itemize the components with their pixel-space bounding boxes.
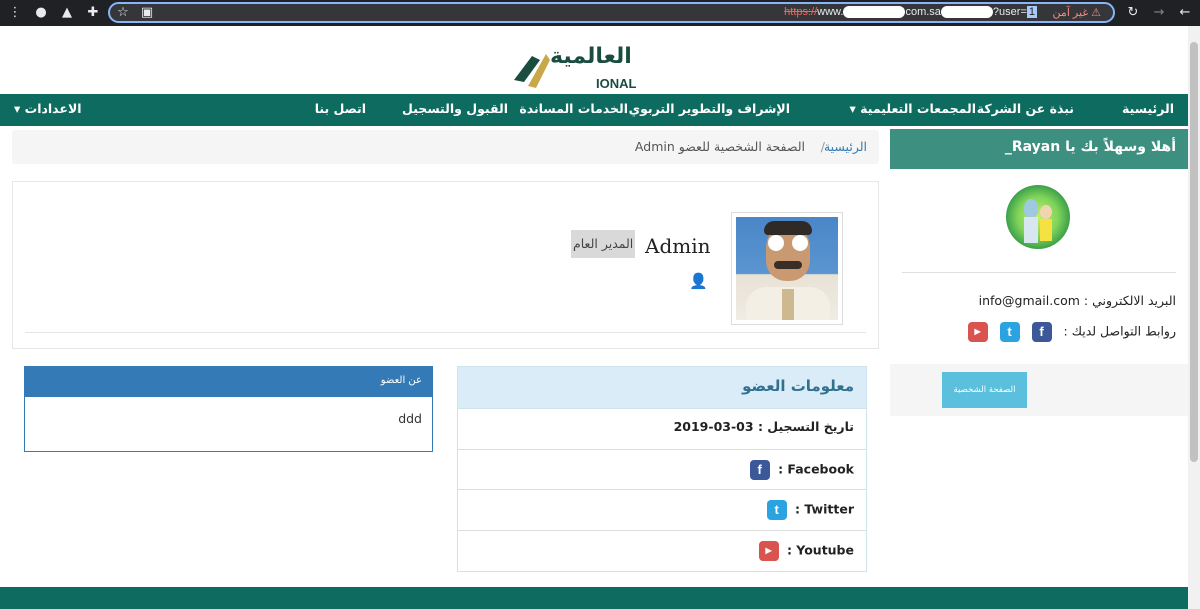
nav-item-services[interactable]: الخدمات المساندة [519, 101, 628, 116]
url-host-mid: com.sa [905, 6, 941, 18]
breadcrumb-separator: / [820, 139, 825, 154]
main-nav: الرئيسية نبذة عن الشركة المجمعات التعليم… [0, 94, 1188, 126]
url-text[interactable]: https://www. com.sa ?user= 1 [784, 6, 1037, 19]
url-query: ?user= [992, 6, 1027, 18]
url-host-start: www. [817, 6, 844, 18]
logo-english-text: IONAL [596, 76, 637, 91]
nav-item-complexes[interactable]: المجمعات التعليمية ▾ [850, 101, 976, 116]
redacted-block [940, 6, 993, 19]
facebook-row: Facebook : f [458, 450, 866, 490]
breadcrumb-home-link[interactable]: الرئيسية [824, 139, 867, 154]
email-label: البريد الالكتروني : [1083, 293, 1176, 308]
breadcrumb-current: الصفحة الشخصية للعضو Admin [634, 139, 805, 154]
about-member-panel: عن العضو ddd [24, 366, 433, 452]
about-member-body: ddd [398, 411, 422, 426]
member-photo-image [736, 217, 838, 320]
email-line: البريد الالكتروني : info@gmail.com [979, 293, 1176, 308]
nav-item-settings[interactable]: الاعدادات ▾ [14, 101, 82, 116]
nav-item-complexes-label: المجمعات التعليمية [860, 101, 976, 116]
chevron-down-icon: ▾ [849, 101, 856, 116]
member-info-title: معلومات العضو [458, 367, 866, 409]
social-links: روابط التواصل لديك : f t ▶ [967, 322, 1176, 342]
browser-toolbar: ⋮ ● ▲ ✚ ☆ ▣ https://www. com.sa ?user= 1 غي… [0, 0, 1200, 26]
url-scheme: https:// [784, 6, 818, 18]
youtube-icon[interactable]: ▶ [758, 540, 779, 561]
nav-item-admission[interactable]: القبول والتسجيل [402, 101, 508, 116]
registration-date: 03-03-2019 [673, 419, 754, 434]
forward-icon[interactable]: → [1150, 4, 1168, 22]
reload-icon[interactable]: ↻ [1124, 4, 1142, 22]
member-photo [731, 212, 843, 325]
site-logo[interactable]: العالمية IONAL [492, 40, 688, 92]
address-bar[interactable]: ☆ ▣ https://www. com.sa ?user= 1 غير آمن ⚠ [108, 2, 1115, 23]
youtube-icon[interactable]: ▶ [967, 322, 988, 342]
breadcrumb: الرئيسية / الصفحة الشخصية للعضو Admin [12, 130, 879, 164]
twitter-label: Twitter : [795, 501, 854, 517]
security-label: غير آمن [1052, 7, 1089, 19]
twitter-icon[interactable]: t [999, 322, 1020, 342]
page-scrollbar[interactable] [1188, 26, 1200, 609]
profile-card: Admin المدير العام 👤 [12, 181, 879, 349]
member-info-panel: معلومات العضو تاريخ التسجيل : 03-03-2019… [457, 366, 867, 572]
logo-arabic-text: العالمية [550, 44, 632, 69]
url-selected-text: 1 [1026, 6, 1037, 18]
nav-item-contact[interactable]: اتصل بنا [315, 101, 366, 116]
back-icon[interactable]: ← [1176, 4, 1194, 22]
menu-icon[interactable]: ⋮ [6, 4, 24, 22]
facebook-icon[interactable]: f [1031, 322, 1052, 342]
profile-icon[interactable]: ● [32, 4, 50, 22]
security-indicator[interactable]: غير آمن ⚠ [1053, 6, 1101, 19]
logo-mark-icon [514, 54, 550, 88]
youtube-label: Youtube : [786, 542, 854, 557]
profile-icon[interactable]: ▲ [58, 4, 76, 22]
facebook-label: Facebook : [778, 461, 854, 476]
extensions-icon[interactable]: ✚ [84, 4, 102, 22]
twitter-icon[interactable]: t [766, 500, 787, 520]
user-icon: 👤 [689, 272, 708, 290]
youtube-row: Youtube : ▶ [458, 531, 866, 572]
footer [0, 587, 1188, 609]
about-member-title: عن العضو [25, 367, 432, 397]
social-links-label: روابط التواصل لديك : [1063, 323, 1176, 339]
scrollbar-thumb[interactable] [1190, 42, 1198, 462]
nav-item-supervision[interactable]: الإشراف والتطوير التربوي [629, 101, 790, 116]
qr-code-icon[interactable]: ▣ [138, 4, 156, 22]
page: العالمية IONAL الرئيسية نبذة عن الشركة ا… [0, 26, 1188, 609]
email-value: info@gmail.com [978, 293, 1080, 308]
welcome-heading: أهلا وسهلاً بك يا Rayan_ [890, 129, 1188, 169]
profile-page-button[interactable]: الصفحة الشخصية [942, 372, 1027, 408]
chevron-down-icon: ▾ [14, 101, 21, 116]
profile-role: المدير العام [571, 230, 636, 258]
nav-item-settings-label: الاعدادات [24, 101, 82, 116]
divider [25, 332, 866, 333]
divider [902, 272, 1176, 273]
user-sidebar: أهلا وسهلاً بك يا Rayan_ البريد الالكترو… [890, 129, 1188, 416]
redacted-block [843, 6, 906, 19]
nav-item-home[interactable]: الرئيسية [1122, 101, 1174, 116]
registration-label: تاريخ التسجيل : [757, 419, 854, 434]
facebook-icon[interactable]: f [749, 459, 770, 480]
twitter-row: Twitter : t [458, 490, 866, 531]
registration-row: تاريخ التسجيل : 03-03-2019 [458, 409, 866, 450]
sidebar-actions: الصفحة الشخصية [890, 364, 1188, 416]
bookmark-star-icon[interactable]: ☆ [114, 4, 132, 22]
avatar [1006, 185, 1070, 259]
profile-name: Admin [645, 234, 711, 258]
nav-item-about[interactable]: نبذة عن الشركة [977, 101, 1074, 116]
